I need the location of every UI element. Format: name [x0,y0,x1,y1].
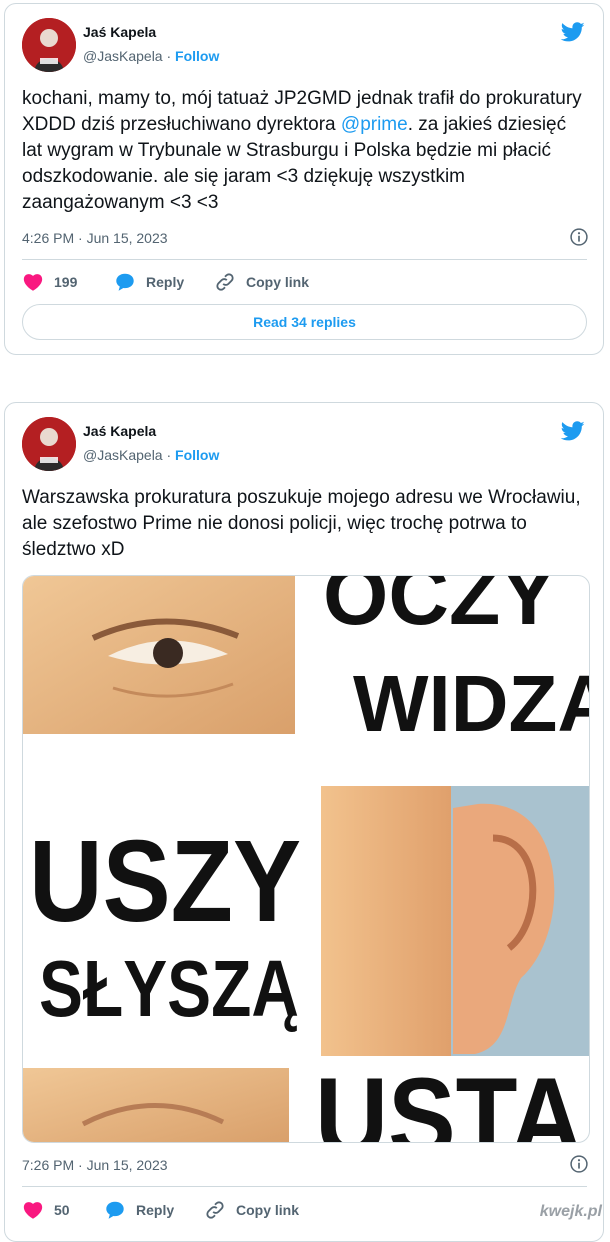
author-name[interactable]: Jaś Kapela [83,423,156,439]
like-count: 199 [54,274,78,290]
divider [22,259,587,260]
tweet-header: Jaś Kapela @JasKapela · Follow [22,417,587,471]
avatar[interactable] [22,417,76,471]
mouth-photo [23,1068,289,1142]
reply-button[interactable]: Reply [114,269,184,295]
copy-link-label: Copy link [236,1202,300,1218]
tweet-actions: 50 Reply Copy link [22,1197,587,1223]
copy-link-icon [216,273,234,291]
twitter-bird-icon[interactable] [559,419,587,443]
image-word: WIDZĄ [353,659,589,748]
tweet-card-2: Jaś Kapela @JasKapela · Follow Warszawsk… [4,402,604,1242]
tweet-image[interactable]: OCZY WIDZĄ USZY SŁYSZĄ USTA [22,575,590,1143]
reply-bubble-icon [116,273,134,291]
divider [22,1186,587,1187]
reply-bubble-icon [106,1201,124,1219]
like-button[interactable]: 50 [22,1197,70,1223]
image-word: OCZY [323,576,556,642]
like-button[interactable]: 199 [22,269,77,295]
tweet-header: Jaś Kapela @JasKapela · Follow [22,18,587,72]
author-handle[interactable]: @JasKapela [83,48,163,64]
tweet-actions: 199 Reply Copy link [22,269,587,295]
avatar[interactable] [22,18,76,72]
follow-button[interactable]: Follow [175,48,219,64]
follow-button[interactable]: Follow [175,447,219,463]
tweet-text: Warszawska prokuratura poszukuje mojego … [22,487,581,560]
image-word: USZY [29,816,301,946]
eye-photo [23,576,295,734]
copy-link-button[interactable]: Copy link [214,269,309,295]
ear-photo [321,786,589,1056]
reply-button[interactable]: Reply [104,1197,174,1223]
tweet-text: kochani, mamy to, mój tatuaż JP2GMD jedn… [22,86,589,216]
twitter-bird-icon[interactable] [559,20,587,44]
author-name[interactable]: Jaś Kapela [83,24,156,40]
mention-link[interactable]: @prime [341,114,408,135]
author-meta: @JasKapela · Follow [83,48,219,64]
copy-link-icon [206,1201,224,1219]
info-icon[interactable] [569,1154,589,1174]
meta-separator: · [166,447,172,463]
tweet-timestamp[interactable]: 7:26 PM · Jun 15, 2023 [22,1157,168,1173]
reply-label: Reply [136,1202,175,1218]
read-replies-button[interactable]: Read 34 replies [22,304,587,340]
author-meta: @JasKapela · Follow [83,447,219,463]
info-icon[interactable] [569,227,589,247]
reply-label: Reply [146,274,185,290]
watermark: kwejk.pl [539,1203,602,1220]
meta-separator: · [166,48,172,64]
image-word: SŁYSZĄ [39,944,299,1033]
tweet-timestamp[interactable]: 4:26 PM · Jun 15, 2023 [22,230,168,246]
tweet-card-1: Jaś Kapela @JasKapela · Follow kochani, … [4,3,604,355]
author-handle[interactable]: @JasKapela [83,447,163,463]
copy-link-label: Copy link [246,274,310,290]
copy-link-button[interactable]: Copy link [204,1197,299,1223]
image-word: USTA [315,1055,583,1142]
like-count: 50 [54,1202,70,1218]
heart-icon [23,1202,43,1219]
heart-icon [23,274,43,291]
